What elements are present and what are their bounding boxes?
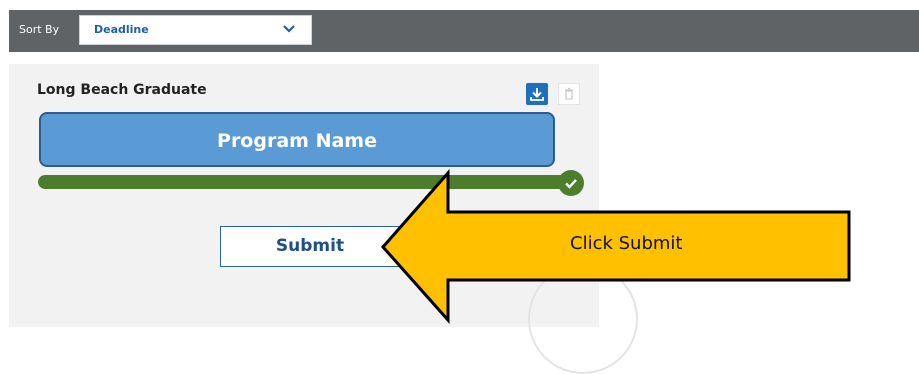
click-submit-arrow [380,169,851,324]
click-submit-label: Click Submit [570,233,683,254]
